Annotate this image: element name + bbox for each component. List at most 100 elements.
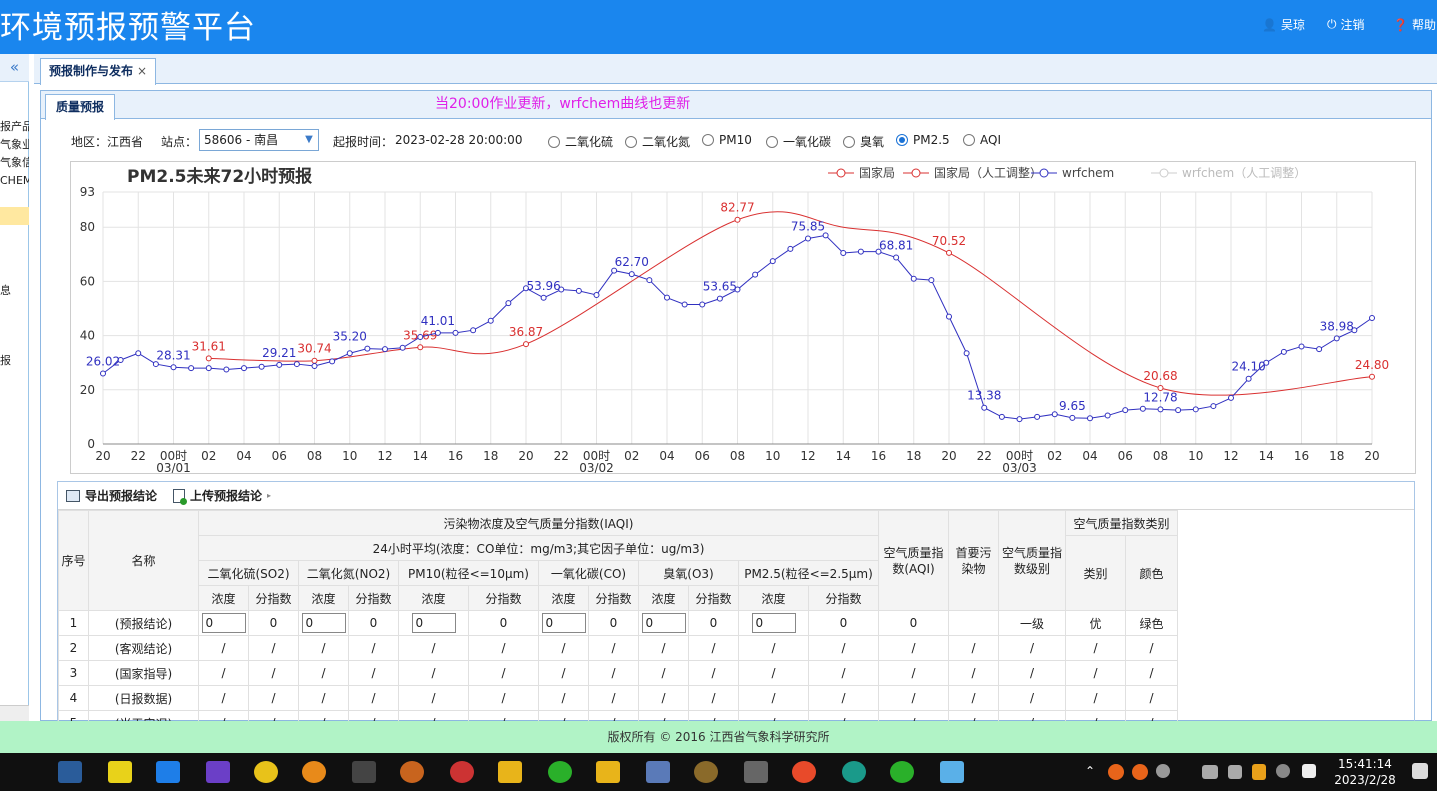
x-tick-label: 20: [941, 449, 956, 463]
level-cell: /: [998, 635, 1066, 661]
data-point: [346, 350, 353, 357]
tray-qq-icon[interactable]: [1132, 764, 1148, 780]
sidebar-item[interactable]: 息: [0, 282, 29, 298]
subindex-cell: /: [248, 685, 299, 711]
browser-app-icon[interactable]: [792, 761, 816, 783]
concentration-input[interactable]: 0: [541, 613, 586, 633]
tray-chevron-up-icon[interactable]: ⌃: [1085, 764, 1095, 778]
app-title: 环境预报预警平台: [0, 10, 256, 46]
window-app-icon[interactable]: [156, 761, 180, 783]
logout-link[interactable]: ⏻ 注销: [1327, 16, 1365, 33]
tab-quality-forecast[interactable]: 质量预报: [45, 94, 116, 120]
wechat-icon[interactable]: [548, 761, 572, 783]
sidebar-item[interactable]: 气象业: [0, 136, 29, 152]
col-level-header: 空气质量指数级别: [998, 510, 1066, 611]
data-point: [311, 362, 318, 369]
radio-no2[interactable]: 二氧化氮: [625, 133, 690, 150]
row-name: (日报数据): [88, 685, 199, 711]
subindex-cell: /: [808, 685, 879, 711]
network-app-icon[interactable]: [58, 761, 82, 783]
conc-cell: /: [398, 685, 469, 711]
col-co-header: 一氧化碳(CO): [538, 560, 639, 586]
color-cell: /: [1125, 660, 1178, 686]
clock[interactable]: 15:41:14 2023/2/28: [1330, 756, 1400, 788]
folder-icon[interactable]: [596, 761, 620, 783]
tray-network-icon[interactable]: [1202, 765, 1218, 779]
data-point: [205, 365, 212, 372]
conc-subheader: 浓度: [738, 585, 809, 611]
photo-app-icon[interactable]: [694, 761, 718, 783]
conc-cell: /: [638, 685, 689, 711]
folder-icon[interactable]: [498, 761, 522, 783]
x-tick-date-label: 03/03: [1002, 461, 1037, 473]
collapse-sidebar-button[interactable]: «: [0, 54, 29, 82]
tray-qq-icon[interactable]: [1108, 764, 1124, 780]
tray-volume-icon[interactable]: [1228, 765, 1242, 779]
region-value: 江西省: [107, 135, 144, 149]
sidebar-item[interactable]: 气象信: [0, 154, 29, 170]
y-tick-label: 80: [80, 220, 95, 234]
concentration-input[interactable]: 0: [751, 613, 796, 633]
upload-button[interactable]: 上传预报结论 ▸: [173, 487, 272, 505]
radio-co[interactable]: 一氧化碳: [766, 133, 831, 150]
sidebar-item-active[interactable]: [0, 207, 29, 225]
wechat-icon[interactable]: [890, 761, 914, 783]
x-tick-label: 12: [1223, 449, 1238, 463]
station-select[interactable]: 58606 - 南昌 ▼: [199, 129, 319, 151]
chat-app-icon[interactable]: [302, 761, 326, 783]
level-cell: /: [998, 660, 1066, 686]
cloud-app-icon[interactable]: [940, 761, 964, 783]
data-label: 38.98: [1320, 319, 1354, 333]
sidebar-item[interactable]: 报产品: [0, 118, 29, 134]
user-link[interactable]: 👤 吴琼: [1262, 16, 1305, 33]
sidebar-scrollbar[interactable]: [0, 705, 29, 721]
sidebar-item[interactable]: 报: [0, 352, 29, 368]
star-app-icon[interactable]: [254, 761, 278, 783]
subindex-subheader: 分指数: [588, 585, 639, 611]
concentration-input[interactable]: 0: [301, 613, 346, 633]
data-point: [417, 344, 424, 351]
col-pm10-header: PM10(粒径<=10μm): [398, 560, 539, 586]
help-link[interactable]: ❓ 帮助: [1393, 16, 1436, 33]
image-app-icon[interactable]: [352, 761, 376, 783]
export-button[interactable]: 导出预报结论: [66, 487, 157, 504]
conc-cell: 0: [638, 610, 689, 636]
close-icon[interactable]: ×: [137, 59, 147, 85]
radio-aqi[interactable]: AQI: [963, 133, 1001, 147]
radio-so2[interactable]: 二氧化硫: [548, 133, 613, 150]
tools-app-icon[interactable]: [744, 761, 768, 783]
sidebar-item[interactable]: CHEM引: [0, 172, 29, 188]
notes-app-icon[interactable]: [108, 761, 132, 783]
radio-pm25[interactable]: PM2.5: [896, 133, 950, 147]
concentration-input[interactable]: 0: [201, 613, 246, 633]
tray-circle-icon[interactable]: [1156, 764, 1170, 778]
monkey-app-icon[interactable]: [400, 761, 424, 783]
tray-close-icon[interactable]: [1276, 764, 1290, 778]
crystal-app-icon[interactable]: [206, 761, 230, 783]
concentration-input[interactable]: 0: [411, 613, 456, 633]
notification-icon[interactable]: [1412, 763, 1428, 779]
y-tick-label: 93: [80, 185, 95, 199]
conc-cell: /: [298, 660, 349, 686]
tray-shield-icon[interactable]: [1252, 764, 1266, 780]
app-header: 环境预报预警平台 👤 吴琼 ⏻ 注销 ❓ 帮助: [0, 0, 1437, 54]
primary-pollutant-cell: /: [948, 685, 999, 711]
conc-cell: /: [538, 635, 589, 661]
chart-title: PM2.5未来72小时预报: [127, 166, 312, 187]
data-point: [1175, 407, 1182, 414]
row-name: (客观结论): [88, 635, 199, 661]
conc-cell: /: [298, 635, 349, 661]
computer-app-icon[interactable]: [646, 761, 670, 783]
ball-app-icon[interactable]: [450, 761, 474, 783]
tab-forecast-publish[interactable]: 预报制作与发布 ×: [40, 58, 157, 85]
tray-check-icon[interactable]: [1302, 764, 1316, 778]
radio-pm10[interactable]: PM10: [702, 133, 752, 147]
x-tick-label: 14: [836, 449, 851, 463]
radio-o3[interactable]: 臭氧: [843, 133, 884, 150]
data-point: [805, 235, 811, 242]
concentration-input[interactable]: 0: [641, 613, 686, 633]
p-app-icon[interactable]: [842, 761, 866, 783]
table-row: 1 (预报结论) 0 0 0 0 0 0 0 0 0 0 0 0 0 一级优绿色: [58, 610, 1178, 636]
triangle-icon: ▸: [267, 491, 272, 500]
subindex-cell: 0: [688, 610, 739, 636]
